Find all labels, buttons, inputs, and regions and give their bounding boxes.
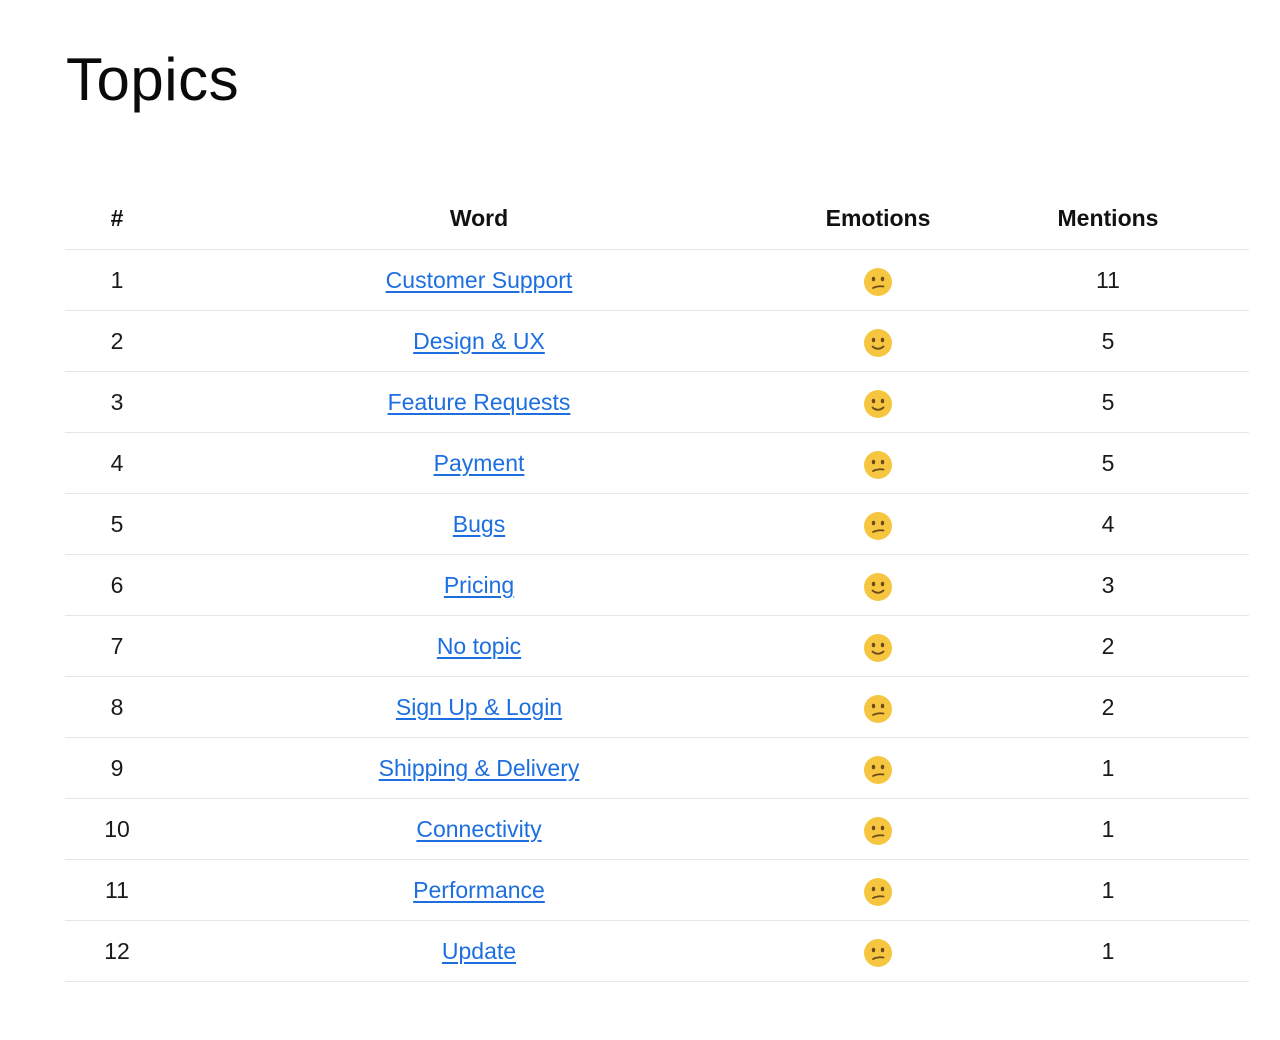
row-emotion-cell [789,554,967,616]
confused-face-icon [864,512,892,540]
row-number: 3 [65,371,169,433]
row-mentions: 2 [967,676,1249,738]
confused-face-icon [864,695,892,723]
row-mentions: 5 [967,371,1249,433]
row-emotion-cell [789,493,967,555]
row-number: 6 [65,554,169,616]
row-word-cell: Payment [169,432,789,494]
row-emotion-cell [789,737,967,799]
row-number: 5 [65,493,169,555]
row-number: 8 [65,676,169,738]
row-mentions: 4 [967,493,1249,555]
topic-link[interactable]: Update [442,938,516,964]
slight-smile-face-icon [864,390,892,418]
topic-link[interactable]: Feature Requests [388,389,571,415]
row-number: 1 [65,249,169,311]
row-mentions: 1 [967,920,1249,982]
row-emotion-cell [789,310,967,372]
row-emotion-cell [789,798,967,860]
topic-link[interactable]: Performance [413,877,545,903]
row-word-cell: Customer Support [169,249,789,311]
row-word-cell: No topic [169,615,789,677]
header-emotions: Emotions [789,188,967,250]
topics-table: # Word Emotions Mentions 1 Customer Supp… [65,188,1249,982]
row-word-cell: Feature Requests [169,371,789,433]
confused-face-icon [864,878,892,906]
table-row: 11 Performance 1 [65,859,1249,921]
table-row: 4 Payment 5 [65,432,1249,494]
row-number: 12 [65,920,169,982]
row-word-cell: Connectivity [169,798,789,860]
row-number: 2 [65,310,169,372]
row-emotion-cell [789,676,967,738]
row-number: 7 [65,615,169,677]
confused-face-icon [864,268,892,296]
topic-link[interactable]: Customer Support [386,267,573,293]
row-word-cell: Sign Up & Login [169,676,789,738]
row-word-cell: Shipping & Delivery [169,737,789,799]
row-emotion-cell [789,432,967,494]
row-mentions: 3 [967,554,1249,616]
slight-smile-face-icon [864,634,892,662]
topics-page: Topics # Word Emotions Mentions 1 Custom… [0,0,1280,1040]
table-row: 7 No topic 2 [65,615,1249,677]
table-row: 8 Sign Up & Login 2 [65,676,1249,738]
row-word-cell: Update [169,920,789,982]
row-number: 11 [65,859,169,921]
row-mentions: 1 [967,859,1249,921]
row-mentions: 1 [967,798,1249,860]
page-title: Topics [66,46,240,113]
row-emotion-cell [789,371,967,433]
table-row: 2 Design & UX 5 [65,310,1249,372]
slight-smile-face-icon [864,329,892,357]
table-row: 10 Connectivity 1 [65,798,1249,860]
topic-link[interactable]: Design & UX [413,328,545,354]
row-emotion-cell [789,859,967,921]
row-number: 9 [65,737,169,799]
slight-smile-face-icon [864,573,892,601]
header-number: # [65,188,169,250]
table-row: 5 Bugs 4 [65,493,1249,555]
header-mentions: Mentions [967,188,1249,250]
topic-link[interactable]: Sign Up & Login [396,694,562,720]
row-word-cell: Pricing [169,554,789,616]
topic-link[interactable]: Pricing [444,572,514,598]
topic-link[interactable]: Payment [434,450,525,476]
table-header-row: # Word Emotions Mentions [65,188,1249,250]
row-mentions: 5 [967,310,1249,372]
row-word-cell: Design & UX [169,310,789,372]
topic-link[interactable]: Bugs [453,511,505,537]
row-emotion-cell [789,249,967,311]
table-row: 12 Update 1 [65,920,1249,982]
row-mentions: 2 [967,615,1249,677]
row-word-cell: Bugs [169,493,789,555]
topic-link[interactable]: No topic [437,633,521,659]
table-row: 9 Shipping & Delivery 1 [65,737,1249,799]
row-emotion-cell [789,615,967,677]
confused-face-icon [864,939,892,967]
row-number: 10 [65,798,169,860]
topic-link[interactable]: Connectivity [416,816,541,842]
table-row: 6 Pricing 3 [65,554,1249,616]
confused-face-icon [864,451,892,479]
row-emotion-cell [789,920,967,982]
row-word-cell: Performance [169,859,789,921]
row-mentions: 11 [967,249,1249,311]
row-mentions: 5 [967,432,1249,494]
topic-link[interactable]: Shipping & Delivery [379,755,580,781]
table-row: 1 Customer Support 11 [65,249,1249,311]
confused-face-icon [864,756,892,784]
row-mentions: 1 [967,737,1249,799]
confused-face-icon [864,817,892,845]
table-row: 3 Feature Requests 5 [65,371,1249,433]
row-number: 4 [65,432,169,494]
table-body: 1 Customer Support 11 2 Design & UX 5 3 … [65,249,1249,982]
header-word: Word [169,188,789,250]
